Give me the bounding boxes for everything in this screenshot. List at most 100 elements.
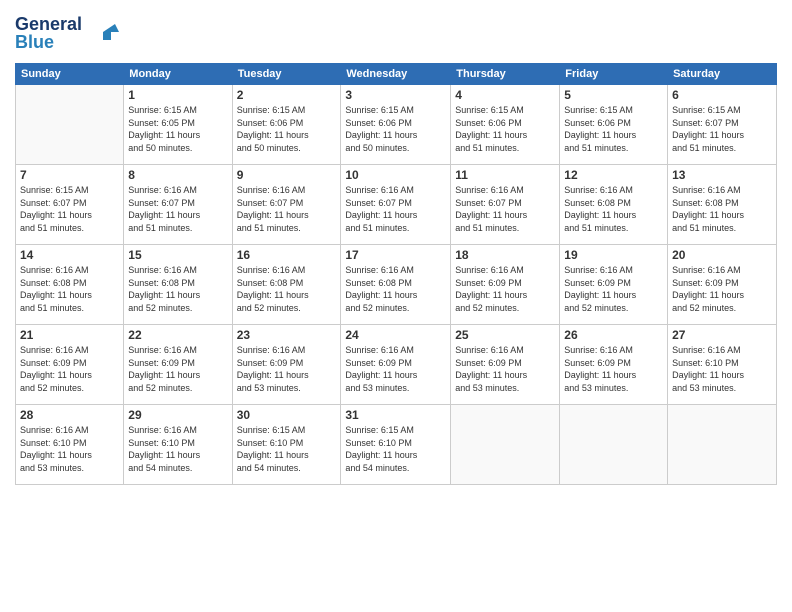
- day-info: Sunrise: 6:15 AM Sunset: 6:07 PM Dayligh…: [672, 104, 772, 154]
- calendar-cell: 29 Sunrise: 6:16 AM Sunset: 6:10 PM Dayli…: [124, 405, 232, 485]
- calendar-cell: 10 Sunrise: 6:16 AM Sunset: 6:07 PM Dayli…: [341, 165, 451, 245]
- day-info: Sunrise: 6:16 AM Sunset: 6:09 PM Dayligh…: [672, 264, 772, 314]
- day-info: Sunrise: 6:16 AM Sunset: 6:09 PM Dayligh…: [564, 264, 663, 314]
- calendar-cell: 31Sunrise: 6:15 AM Sunset: 6:10 PM Dayli…: [341, 405, 451, 485]
- day-number: 15: [128, 248, 227, 262]
- day-info: Sunrise: 6:16 AM Sunset: 6:08 PM Dayligh…: [564, 184, 663, 234]
- day-info: Sunrise: 6:15 AM Sunset: 6:05 PM Dayligh…: [128, 104, 227, 154]
- calendar-cell: 7 Sunrise: 6:15 AM Sunset: 6:07 PM Daylig…: [16, 165, 124, 245]
- day-info: Sunrise: 6:15 AM Sunset: 6:06 PM Dayligh…: [455, 104, 555, 154]
- calendar-cell: [668, 405, 777, 485]
- calendar-cell: 20Sunrise: 6:16 AM Sunset: 6:09 PM Dayli…: [668, 245, 777, 325]
- day-number: 6: [672, 88, 772, 102]
- calendar-cell: 6 Sunrise: 6:15 AM Sunset: 6:07 PM Daylig…: [668, 85, 777, 165]
- day-info: Sunrise: 6:16 AM Sunset: 6:09 PM Dayligh…: [128, 344, 227, 394]
- calendar-cell: [451, 405, 560, 485]
- day-info: Sunrise: 6:15 AM Sunset: 6:06 PM Dayligh…: [345, 104, 446, 154]
- day-info: Sunrise: 6:16 AM Sunset: 6:07 PM Dayligh…: [128, 184, 227, 234]
- day-number: 10: [345, 168, 446, 182]
- day-info: Sunrise: 6:15 AM Sunset: 6:10 PM Dayligh…: [237, 424, 337, 474]
- day-info: Sunrise: 6:16 AM Sunset: 6:09 PM Dayligh…: [564, 344, 663, 394]
- calendar-cell: [560, 405, 668, 485]
- day-info: Sunrise: 6:16 AM Sunset: 6:07 PM Dayligh…: [455, 184, 555, 234]
- day-info: Sunrise: 6:16 AM Sunset: 6:09 PM Dayligh…: [20, 344, 119, 394]
- day-number: 7: [20, 168, 119, 182]
- day-info: Sunrise: 6:16 AM Sunset: 6:10 PM Dayligh…: [128, 424, 227, 474]
- day-number: 12: [564, 168, 663, 182]
- day-number: 29: [128, 408, 227, 422]
- calendar-cell: 27 Sunrise: 6:16 AM Sunset: 6:10 PM Dayli…: [668, 325, 777, 405]
- weekday-header-saturday: Saturday: [668, 64, 777, 85]
- calendar-cell: 9 Sunrise: 6:16 AM Sunset: 6:07 PM Daylig…: [232, 165, 341, 245]
- day-info: Sunrise: 6:16 AM Sunset: 6:10 PM Dayligh…: [20, 424, 119, 474]
- day-number: 3: [345, 88, 446, 102]
- calendar-cell: 19 Sunrise: 6:16 AM Sunset: 6:09 PM Dayli…: [560, 245, 668, 325]
- calendar-cell: 14 Sunrise: 6:16 AM Sunset: 6:08 PM Dayli…: [16, 245, 124, 325]
- day-number: 27: [672, 328, 772, 342]
- logo-text: General Blue: [15, 10, 125, 57]
- calendar-cell: 18 Sunrise: 6:16 AM Sunset: 6:09 PM Dayli…: [451, 245, 560, 325]
- day-info: Sunrise: 6:16 AM Sunset: 6:07 PM Dayligh…: [237, 184, 337, 234]
- day-number: 13: [672, 168, 772, 182]
- day-number: 30: [237, 408, 337, 422]
- calendar-cell: 23Sunrise: 6:16 AM Sunset: 6:09 PM Dayli…: [232, 325, 341, 405]
- day-number: 26: [564, 328, 663, 342]
- day-info: Sunrise: 6:16 AM Sunset: 6:09 PM Dayligh…: [345, 344, 446, 394]
- calendar-table: SundayMondayTuesdayWednesdayThursdayFrid…: [15, 63, 777, 485]
- day-number: 4: [455, 88, 555, 102]
- week-row-1: 1 Sunrise: 6:15 AM Sunset: 6:05 PM Daylig…: [16, 85, 777, 165]
- calendar-cell: 28 Sunrise: 6:16 AM Sunset: 6:10 PM Dayli…: [16, 405, 124, 485]
- day-number: 22: [128, 328, 227, 342]
- week-row-3: 14 Sunrise: 6:16 AM Sunset: 6:08 PM Dayli…: [16, 245, 777, 325]
- week-row-2: 7 Sunrise: 6:15 AM Sunset: 6:07 PM Daylig…: [16, 165, 777, 245]
- day-number: 17: [345, 248, 446, 262]
- calendar-cell: [16, 85, 124, 165]
- calendar-cell: 16Sunrise: 6:16 AM Sunset: 6:08 PM Dayli…: [232, 245, 341, 325]
- day-info: Sunrise: 6:15 AM Sunset: 6:07 PM Dayligh…: [20, 184, 119, 234]
- day-info: Sunrise: 6:16 AM Sunset: 6:08 PM Dayligh…: [672, 184, 772, 234]
- day-number: 2: [237, 88, 337, 102]
- day-info: Sunrise: 6:16 AM Sunset: 6:10 PM Dayligh…: [672, 344, 772, 394]
- header: General Blue: [15, 10, 777, 57]
- day-number: 11: [455, 168, 555, 182]
- day-info: Sunrise: 6:16 AM Sunset: 6:09 PM Dayligh…: [455, 264, 555, 314]
- logo: General Blue: [15, 10, 125, 57]
- day-number: 8: [128, 168, 227, 182]
- calendar-cell: 24Sunrise: 6:16 AM Sunset: 6:09 PM Dayli…: [341, 325, 451, 405]
- day-info: Sunrise: 6:16 AM Sunset: 6:08 PM Dayligh…: [128, 264, 227, 314]
- day-info: Sunrise: 6:16 AM Sunset: 6:08 PM Dayligh…: [345, 264, 446, 314]
- weekday-header-monday: Monday: [124, 64, 232, 85]
- day-number: 23: [237, 328, 337, 342]
- day-number: 16: [237, 248, 337, 262]
- day-number: 18: [455, 248, 555, 262]
- day-number: 31: [345, 408, 446, 422]
- calendar-cell: 22 Sunrise: 6:16 AM Sunset: 6:09 PM Dayli…: [124, 325, 232, 405]
- day-info: Sunrise: 6:16 AM Sunset: 6:08 PM Dayligh…: [20, 264, 119, 314]
- weekday-header-wednesday: Wednesday: [341, 64, 451, 85]
- day-number: 1: [128, 88, 227, 102]
- calendar-cell: 25Sunrise: 6:16 AM Sunset: 6:09 PM Dayli…: [451, 325, 560, 405]
- day-number: 14: [20, 248, 119, 262]
- day-number: 25: [455, 328, 555, 342]
- calendar-cell: 17 Sunrise: 6:16 AM Sunset: 6:08 PM Dayli…: [341, 245, 451, 325]
- day-number: 5: [564, 88, 663, 102]
- calendar-cell: 3 Sunrise: 6:15 AM Sunset: 6:06 PM Daylig…: [341, 85, 451, 165]
- week-row-4: 21Sunrise: 6:16 AM Sunset: 6:09 PM Dayli…: [16, 325, 777, 405]
- weekday-header-sunday: Sunday: [16, 64, 124, 85]
- day-info: Sunrise: 6:15 AM Sunset: 6:06 PM Dayligh…: [564, 104, 663, 154]
- calendar-cell: 12 Sunrise: 6:16 AM Sunset: 6:08 PM Dayli…: [560, 165, 668, 245]
- week-row-5: 28 Sunrise: 6:16 AM Sunset: 6:10 PM Dayli…: [16, 405, 777, 485]
- day-info: Sunrise: 6:16 AM Sunset: 6:07 PM Dayligh…: [345, 184, 446, 234]
- day-number: 28: [20, 408, 119, 422]
- calendar-cell: 11 Sunrise: 6:16 AM Sunset: 6:07 PM Dayli…: [451, 165, 560, 245]
- day-number: 9: [237, 168, 337, 182]
- weekday-header-friday: Friday: [560, 64, 668, 85]
- day-number: 19: [564, 248, 663, 262]
- calendar-cell: 15 Sunrise: 6:16 AM Sunset: 6:08 PM Dayli…: [124, 245, 232, 325]
- weekday-header-row: SundayMondayTuesdayWednesdayThursdayFrid…: [16, 64, 777, 85]
- svg-text:Blue: Blue: [15, 32, 54, 52]
- page: General Blue SundayMondayTuesdayWednesda…: [0, 0, 792, 612]
- calendar-cell: 21Sunrise: 6:16 AM Sunset: 6:09 PM Dayli…: [16, 325, 124, 405]
- calendar-cell: 4 Sunrise: 6:15 AM Sunset: 6:06 PM Daylig…: [451, 85, 560, 165]
- calendar-cell: 2Sunrise: 6:15 AM Sunset: 6:06 PM Daylig…: [232, 85, 341, 165]
